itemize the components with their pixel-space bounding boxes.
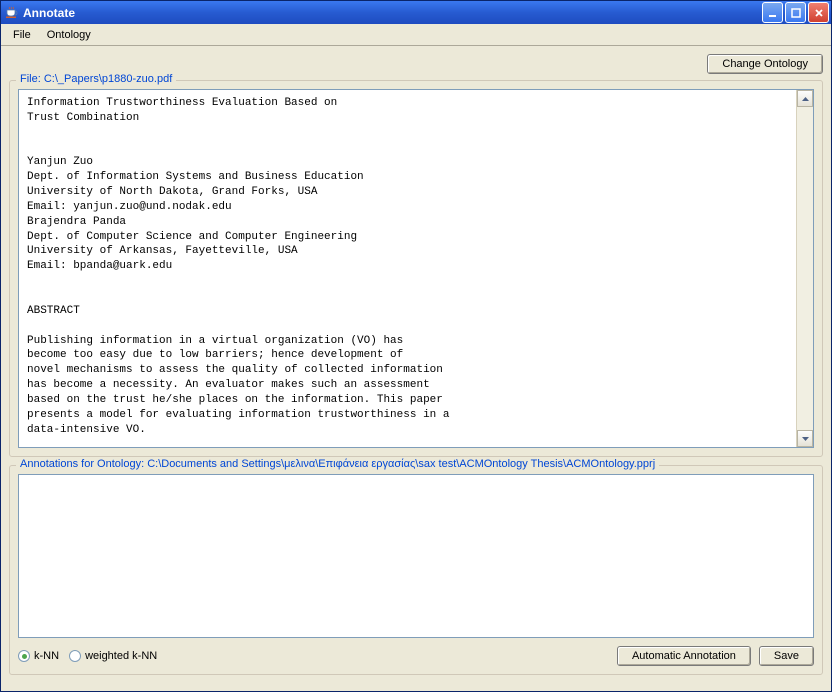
menu-file[interactable]: File bbox=[5, 27, 39, 43]
annotations-textarea[interactable] bbox=[18, 474, 814, 638]
menubar: File Ontology bbox=[1, 24, 831, 46]
automatic-annotation-button[interactable]: Automatic Annotation bbox=[617, 646, 751, 666]
app-window: Annotate File Ontology Change Ontology F… bbox=[0, 0, 832, 692]
file-panel-legend: File: C:\_Papers\p1880-zuo.pdf bbox=[16, 73, 176, 85]
radio-weighted-knn-label: weighted k-NN bbox=[85, 650, 157, 662]
change-ontology-button[interactable]: Change Ontology bbox=[707, 54, 823, 74]
save-button[interactable]: Save bbox=[759, 646, 814, 666]
file-panel: File: C:\_Papers\p1880-zuo.pdf Informati… bbox=[9, 80, 823, 457]
minimize-button[interactable] bbox=[762, 2, 783, 23]
scrollbar-track[interactable] bbox=[797, 107, 813, 430]
algorithm-radio-group: k-NN weighted k-NN bbox=[18, 650, 157, 662]
action-buttons: Automatic Annotation Save bbox=[617, 646, 814, 666]
radio-knn-label: k-NN bbox=[34, 650, 59, 662]
bottom-controls: k-NN weighted k-NN Automatic Annotation … bbox=[18, 646, 814, 666]
titlebar: Annotate bbox=[1, 1, 831, 24]
radio-weighted-knn[interactable]: weighted k-NN bbox=[69, 650, 157, 662]
vertical-scrollbar[interactable] bbox=[796, 90, 813, 447]
java-cup-icon bbox=[3, 5, 19, 21]
radio-weighted-knn-indicator bbox=[69, 650, 81, 662]
radio-knn[interactable]: k-NN bbox=[18, 650, 59, 662]
window-title: Annotate bbox=[23, 6, 762, 20]
maximize-button[interactable] bbox=[785, 2, 806, 23]
file-text-container: Information Trustworthiness Evaluation B… bbox=[18, 89, 814, 448]
content-area: Change Ontology File: C:\_Papers\p1880-z… bbox=[1, 46, 831, 691]
scroll-down-button[interactable] bbox=[797, 430, 813, 447]
menu-ontology[interactable]: Ontology bbox=[39, 27, 99, 43]
annotations-panel-legend: Annotations for Ontology: C:\Documents a… bbox=[16, 458, 659, 470]
file-text-content[interactable]: Information Trustworthiness Evaluation B… bbox=[19, 90, 796, 447]
window-controls bbox=[762, 2, 829, 23]
scroll-up-button[interactable] bbox=[797, 90, 813, 107]
top-toolbar: Change Ontology bbox=[9, 54, 823, 74]
close-button[interactable] bbox=[808, 2, 829, 23]
annotations-panel: Annotations for Ontology: C:\Documents a… bbox=[9, 465, 823, 675]
radio-knn-indicator bbox=[18, 650, 30, 662]
